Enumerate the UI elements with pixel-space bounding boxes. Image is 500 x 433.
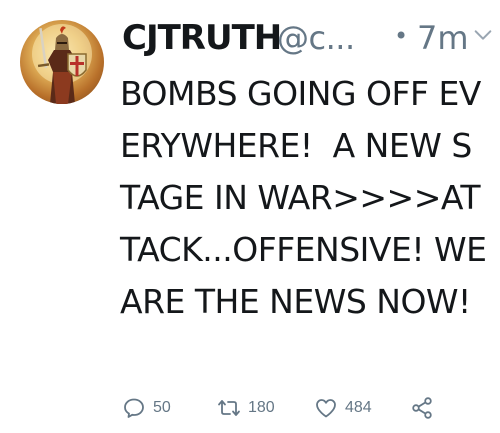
user-handle[interactable]: @c...: [277, 19, 355, 57]
retweet-button[interactable]: 180: [217, 394, 275, 422]
like-button[interactable]: 484: [314, 394, 372, 422]
retweet-count: 180: [248, 399, 275, 416]
share-icon: [412, 397, 432, 419]
share-button[interactable]: [410, 394, 434, 422]
reply-button[interactable]: 50: [122, 394, 171, 422]
knight-avatar-icon: [32, 24, 92, 104]
separator-dot: •: [394, 22, 409, 50]
reply-count: 50: [153, 399, 171, 416]
timestamp[interactable]: 7m: [417, 19, 469, 57]
tweet-header: CJTRUTH @c... • 7m: [122, 18, 492, 62]
retweet-icon: [218, 400, 240, 416]
tweet-text: BOMBS GOING OFF EVERYWHERE! A NEW STAGE …: [120, 74, 497, 321]
avatar[interactable]: [20, 20, 104, 104]
like-count: 484: [345, 399, 372, 416]
tweet-actions: 50 180 484: [122, 394, 462, 422]
display-name[interactable]: CJTRUTH: [122, 18, 282, 58]
heart-icon: [316, 399, 336, 418]
reply-icon: [124, 398, 144, 418]
tweet[interactable]: CJTRUTH @c... • 7m BOMBS GOING OFF EVERY…: [0, 0, 500, 433]
chevron-down-icon[interactable]: [472, 24, 494, 46]
